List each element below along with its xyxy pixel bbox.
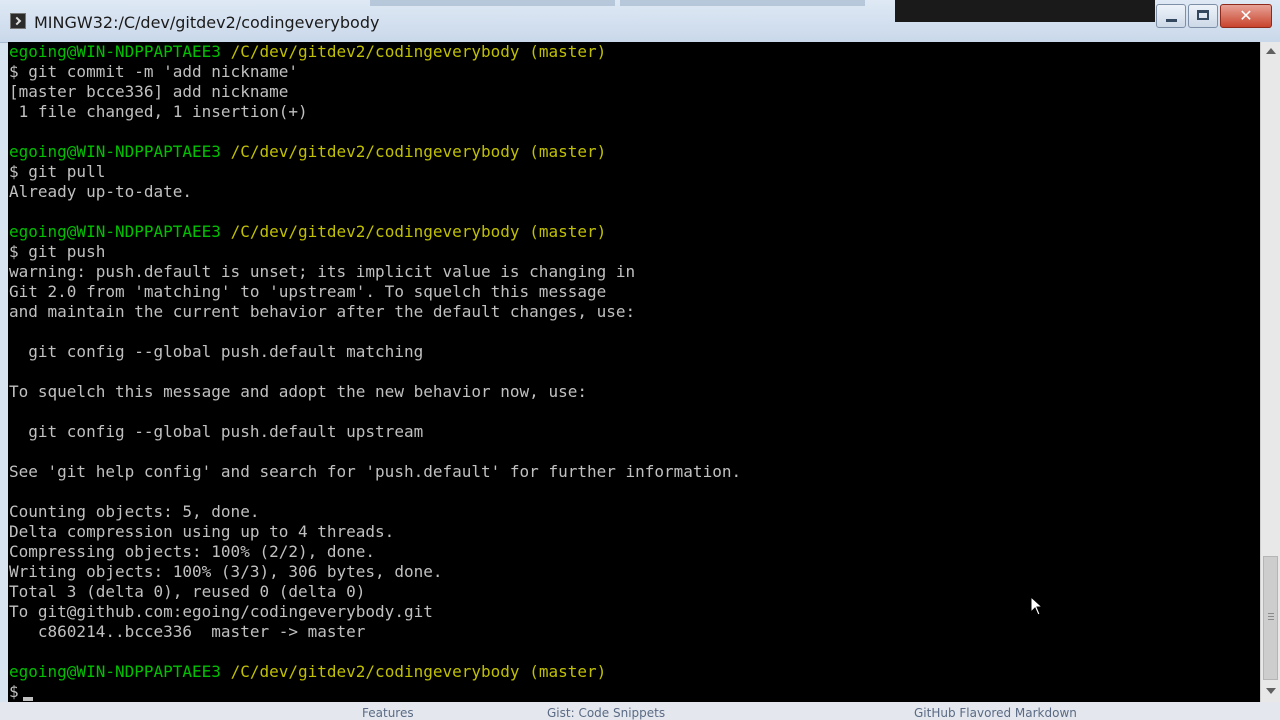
output-line: Delta compression using up to 4 threads. bbox=[9, 522, 395, 541]
output-line: Writing objects: 100% (3/3), 306 bytes, … bbox=[9, 562, 443, 581]
output-line: c860214..bcce336 master -> master bbox=[9, 622, 366, 641]
terminal-window: MINGW32:/C/dev/gitdev2/codingeverybody ✕… bbox=[0, 0, 1280, 720]
background-link: Gist: Code Snippets bbox=[547, 706, 666, 720]
scroll-grip-icon bbox=[1268, 613, 1274, 614]
prompt-user: egoing@WIN-NDPPAPTAEE3 bbox=[9, 42, 221, 61]
prompt-line: egoing@WIN-NDPPAPTAEE3 /C/dev/gitdev2/co… bbox=[9, 222, 606, 242]
title-bar[interactable]: MINGW32:/C/dev/gitdev2/codingeverybody ✕ bbox=[0, 0, 1280, 43]
command-input-line[interactable]: $ bbox=[9, 682, 33, 702]
output-line: 1 file changed, 1 insertion(+) bbox=[9, 102, 308, 121]
output-line: Counting objects: 5, done. bbox=[9, 502, 260, 521]
output-line: Total 3 (delta 0), reused 0 (delta 0) bbox=[9, 582, 366, 601]
output-line: warning: push.default is unset; its impl… bbox=[9, 262, 636, 281]
background-link: Features bbox=[362, 706, 414, 720]
prompt-user: egoing@WIN-NDPPAPTAEE3 bbox=[9, 662, 221, 681]
output-line: Already up-to-date. bbox=[9, 182, 193, 201]
vertical-scrollbar[interactable] bbox=[1260, 42, 1280, 702]
prompt-path: /C/dev/gitdev2/codingeverybody bbox=[230, 662, 520, 681]
close-icon: ✕ bbox=[1239, 6, 1253, 25]
prompt-branch: (master) bbox=[529, 42, 607, 61]
text-cursor bbox=[22, 697, 33, 701]
output-line: git config --global push.default matchin… bbox=[9, 342, 424, 361]
prompt-branch: (master) bbox=[529, 142, 607, 161]
prompt-path: /C/dev/gitdev2/codingeverybody bbox=[230, 222, 520, 241]
output-line: git config --global push.default upstrea… bbox=[9, 422, 424, 441]
output-line: Compressing objects: 100% (2/2), done. bbox=[9, 542, 376, 561]
output-line: $ git push bbox=[9, 242, 106, 261]
scroll-up-arrow-icon[interactable] bbox=[1266, 48, 1276, 54]
output-line: $ git commit -m 'add nickname' bbox=[9, 62, 298, 81]
prompt-branch: (master) bbox=[529, 662, 607, 681]
prompt-line: egoing@WIN-NDPPAPTAEE3 /C/dev/gitdev2/co… bbox=[9, 42, 606, 62]
output-line: To squelch this message and adopt the ne… bbox=[9, 382, 587, 401]
output-line: and maintain the current behavior after … bbox=[9, 302, 636, 321]
background-strip bbox=[895, 0, 1155, 22]
terminal-app-icon[interactable] bbox=[10, 13, 26, 29]
output-line: $ git pull bbox=[9, 162, 106, 181]
prompt-line: egoing@WIN-NDPPAPTAEE3 /C/dev/gitdev2/co… bbox=[9, 142, 606, 162]
mouse-pointer-icon bbox=[1030, 596, 1044, 616]
prompt-path: /C/dev/gitdev2/codingeverybody bbox=[230, 142, 520, 161]
close-button[interactable]: ✕ bbox=[1220, 4, 1272, 28]
scroll-down-arrow-icon[interactable] bbox=[1266, 688, 1276, 694]
prompt-line: egoing@WIN-NDPPAPTAEE3 /C/dev/gitdev2/co… bbox=[9, 662, 606, 682]
prompt-branch: (master) bbox=[529, 222, 607, 241]
input-prompt-symbol: $ bbox=[9, 682, 19, 701]
prompt-user: egoing@WIN-NDPPAPTAEE3 bbox=[9, 142, 221, 161]
output-line: See 'git help config' and search for 'pu… bbox=[9, 462, 742, 481]
background-link: GitHub Flavored Markdown bbox=[914, 706, 1077, 720]
prompt-path: /C/dev/gitdev2/codingeverybody bbox=[230, 42, 520, 61]
output-line: To git@github.com:egoing/codingeverybody… bbox=[9, 602, 433, 621]
background-tab bbox=[620, 0, 865, 6]
scroll-thumb[interactable] bbox=[1263, 556, 1278, 680]
window-title: MINGW32:/C/dev/gitdev2/codingeverybody bbox=[34, 13, 380, 32]
maximize-button[interactable] bbox=[1188, 4, 1218, 28]
prompt-user: egoing@WIN-NDPPAPTAEE3 bbox=[9, 222, 221, 241]
output-line: [master bcce336] add nickname bbox=[9, 82, 289, 101]
background-tab bbox=[370, 0, 615, 6]
minimize-button[interactable] bbox=[1156, 4, 1186, 28]
output-line: Git 2.0 from 'matching' to 'upstream'. T… bbox=[9, 282, 607, 301]
terminal-output[interactable]: egoing@WIN-NDPPAPTAEE3 /C/dev/gitdev2/co… bbox=[8, 42, 1260, 702]
background-window-strip: Features Gist: Code Snippets GitHub Flav… bbox=[0, 702, 1280, 720]
